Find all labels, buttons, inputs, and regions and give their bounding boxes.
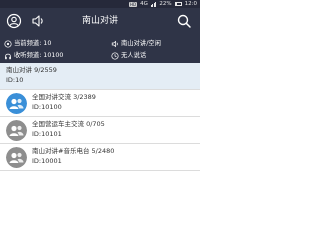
hd-badge: HD xyxy=(129,1,138,7)
channel-id: ID:10 xyxy=(6,76,24,84)
gray-group-icon xyxy=(6,120,27,141)
battery-icon xyxy=(174,2,182,6)
app-header: 南山对讲 xyxy=(0,8,200,35)
listening-channel-text: 收听频道: 10100 xyxy=(14,52,64,59)
channel-name: 南山对讲 9/2559 xyxy=(6,66,57,74)
speaker-status-text: 无人说话 xyxy=(121,52,147,59)
channel-name: 南山对讲#音乐电台 5/2480 xyxy=(32,147,115,155)
channel-list: 南山对讲 9/2559 ID:10 全国对讲交流 3/2389 ID:10100 xyxy=(0,63,200,200)
current-channel-text: 当前频道: 10 xyxy=(14,40,52,47)
channel-id: ID:10101 xyxy=(32,130,62,138)
channel-name: 全国对讲交流 3/2389 xyxy=(32,93,96,101)
channel-row-music[interactable]: 南山对讲#音乐电台 5/2480 ID:10001 xyxy=(0,144,200,171)
status-bar: HD 4G 22% 12:0 xyxy=(0,0,200,8)
search-icon[interactable] xyxy=(176,13,192,29)
speaker-status: 无人说话 xyxy=(111,51,146,60)
channel-status-text: 南山对讲/空闲 xyxy=(121,40,161,47)
channel-row-nanshan[interactable]: 南山对讲 9/2559 ID:10 xyxy=(0,63,200,90)
channel-info-panel: 当前频道: 10 南山对讲/空闲 收听频道: 10100 无人说话 xyxy=(0,35,200,63)
battery-percent: 22% xyxy=(159,1,172,7)
blue-group-icon xyxy=(6,93,27,114)
speaker-small-icon xyxy=(111,40,118,47)
clock-icon xyxy=(111,51,119,60)
page-title: 南山对讲 xyxy=(81,16,118,26)
channel-id: ID:10001 xyxy=(32,157,62,165)
channel-status: 南山对讲/空闲 xyxy=(111,39,161,48)
network-type: 4G xyxy=(140,1,148,7)
headphone-icon xyxy=(5,53,11,59)
gray-group-icon xyxy=(6,147,27,168)
channel-row-drivers[interactable]: 全国营运车主交流 0/705 ID:10101 xyxy=(0,117,200,144)
channel-row-national[interactable]: 全国对讲交流 3/2389 ID:10100 xyxy=(0,90,200,117)
channel-name: 全国营运车主交流 0/705 xyxy=(32,120,105,128)
location-pin-icon xyxy=(4,39,12,48)
current-channel: 当前频道: 10 xyxy=(4,39,51,48)
signal-icon xyxy=(150,1,157,7)
clock: 12:0 xyxy=(184,1,197,7)
listening-channel: 收听频道: 10100 xyxy=(4,51,63,60)
channel-id: ID:10100 xyxy=(32,103,62,111)
